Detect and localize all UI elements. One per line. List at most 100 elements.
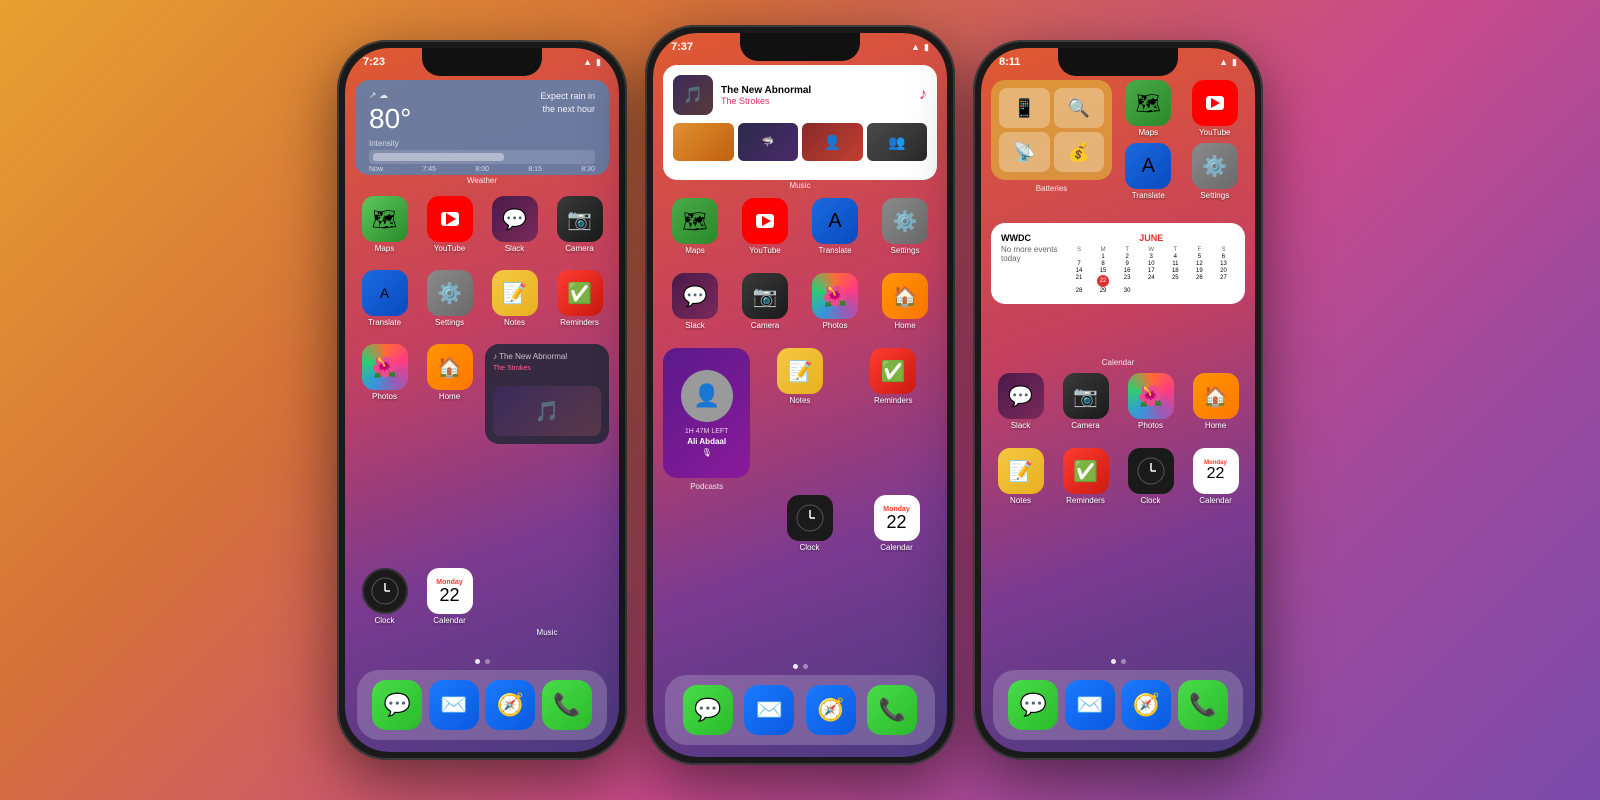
weather-widget[interactable]: ↗ ☁ 80° Expect rain inthe next hour Inte… <box>355 80 609 175</box>
app-calendar-2[interactable]: Monday 22 Calendar <box>856 495 937 552</box>
app-clock-2[interactable]: Clock <box>769 495 850 552</box>
app-youtube-1[interactable]: YouTube <box>420 196 479 253</box>
dock-safari-3[interactable]: 🧭 <box>1121 680 1171 730</box>
batteries-folder-3[interactable]: 📱 🔍 📡 💰 Batteries <box>991 80 1112 193</box>
app-settings-3[interactable]: ⚙️ Settings <box>1185 143 1246 200</box>
notch-1 <box>422 48 542 76</box>
thumb-4: 👥 <box>867 123 928 161</box>
top-row-3: 📱 🔍 📡 💰 Batteries 🗺 Maps <box>991 80 1245 200</box>
app-clock-1[interactable]: Clock <box>355 568 414 637</box>
music-card-icon: ♪ The New Abnormal <box>493 352 601 361</box>
music-card-1[interactable]: ♪ The New Abnormal The Strokes 🎵 <box>485 344 609 444</box>
dock-3: 💬 ✉️ 🧭 📞 <box>993 670 1243 740</box>
cal-event-3: WWDC <box>1001 233 1057 243</box>
app-reminders-3[interactable]: ✅ Reminders <box>1056 448 1115 505</box>
app-slack-2[interactable]: 💬 Slack <box>663 273 727 330</box>
clock-face-2 <box>796 504 824 532</box>
cal-number-2: 22 <box>886 513 906 531</box>
app-translate-3[interactable]: A Translate <box>1118 143 1179 200</box>
dock-mail-3[interactable]: ✉️ <box>1065 680 1115 730</box>
dock-phone-2[interactable]: 📞 <box>867 685 917 735</box>
calendar-widget-3[interactable]: WWDC No more eventstoday JUNE S M T W T … <box>991 223 1245 304</box>
thumb-1 <box>673 123 734 161</box>
app-slack-3[interactable]: 💬 Slack <box>991 373 1050 430</box>
podcast-label-2: Podcasts <box>663 482 750 491</box>
time-830: 8:30 <box>581 166 595 173</box>
folder-label-3: Batteries <box>991 184 1112 193</box>
app-notes-2[interactable]: 📝 Notes <box>756 348 843 405</box>
app-notes-3[interactable]: 📝 Notes <box>991 448 1050 505</box>
dot-2 <box>803 664 808 669</box>
podcast-widget-2[interactable]: 👤 1H 47M LEFT Ali Abdaal 🎙 Podcasts <box>663 348 750 491</box>
thumb-3: 👤 <box>802 123 863 161</box>
app-home-2[interactable]: 🏠 Home <box>873 273 937 330</box>
phone-3-screen: 8:11 ▲ ▮ 📱 🔍 📡 💰 Batteries <box>981 48 1255 752</box>
app-notes-1[interactable]: 📝 Notes <box>485 270 544 327</box>
app-grid-2-podcast-row: 👤 1H 47M LEFT Ali Abdaal 🎙 Podcasts 📝 No… <box>663 348 937 491</box>
cal-number-3: 22 <box>1207 466 1225 482</box>
podcast-person-2: Ali Abdaal <box>687 437 726 446</box>
music-card-artist: The Strokes <box>493 365 601 372</box>
music-widget-2[interactable]: 🎵 The New Abnormal The Strokes ♪ 🦈 👤 👥 <box>663 65 937 180</box>
dock-messages-3[interactable]: 💬 <box>1008 680 1058 730</box>
dock-safari-1[interactable]: 🧭 <box>485 680 535 730</box>
app-calendar-1[interactable]: Monday 22 Calendar <box>420 568 479 637</box>
app-maps-2[interactable]: 🗺 Maps <box>663 198 727 255</box>
status-icons-2: ▲ ▮ <box>911 42 929 53</box>
app-settings-1[interactable]: ⚙️ Settings <box>420 270 479 327</box>
app-slack-1[interactable]: 💬 Slack <box>485 196 544 253</box>
time-3: 8:11 <box>999 56 1020 68</box>
music-card-art: 🎵 <box>493 386 601 436</box>
app-photos-3[interactable]: 🌺 Photos <box>1121 373 1180 430</box>
status-icons-1: ▲ ▮ <box>583 57 601 68</box>
app-reminders-2[interactable]: ✅ Reminders <box>850 348 937 405</box>
notch-2 <box>740 33 860 61</box>
battery-icon-2: ▮ <box>924 42 929 53</box>
time-800: 8:00 <box>475 166 489 173</box>
app-translate-2[interactable]: A Translate <box>803 198 867 255</box>
dock-mail-1[interactable]: ✉️ <box>429 680 479 730</box>
weather-intensity-label: Intensity <box>369 139 595 148</box>
app-grid-2-row1: 🗺 Maps YouTube A Translate ⚙️ <box>663 198 937 255</box>
dot-active-1 <box>475 659 480 664</box>
app-calendar-3[interactable]: Monday 22 Calendar <box>1186 448 1245 505</box>
podcast-time-2: 1H 47M LEFT <box>685 428 729 435</box>
app-grid-3-row1: 💬 Slack 📷 Camera 🌺 Photos 🏠 Home <box>991 373 1245 430</box>
app-music-1[interactable]: Music <box>485 568 609 637</box>
dot-active-3 <box>1111 659 1116 664</box>
app-reminders-1[interactable]: ✅ Reminders <box>550 270 609 327</box>
app-translate-1[interactable]: A Translate <box>355 270 414 327</box>
app-youtube-3[interactable]: YouTube <box>1185 80 1246 137</box>
app-camera-2[interactable]: 📷 Camera <box>733 273 797 330</box>
weather-widget-label: Weather <box>355 176 609 185</box>
time-815: 8:15 <box>528 166 542 173</box>
folder-icon-battery4: 💰 <box>1054 132 1105 172</box>
app-home-3[interactable]: 🏠 Home <box>1186 373 1245 430</box>
app-home-1[interactable]: 🏠 Home <box>420 344 479 401</box>
app-maps-1[interactable]: 🗺 Maps <box>355 196 414 253</box>
app-grid-1-row3: 🌺 Photos 🏠 Home ♪ The New Abnormal The S… <box>355 344 609 444</box>
folder-icon-battery2: 🔍 <box>1054 88 1105 128</box>
dock-messages-2[interactable]: 💬 <box>683 685 733 735</box>
dock-phone-1[interactable]: 📞 <box>542 680 592 730</box>
page-dots-1 <box>345 659 619 664</box>
app-clock-3[interactable]: Clock <box>1121 448 1180 505</box>
cal-no-events-3: No more eventstoday <box>1001 245 1057 263</box>
dock-phone-3[interactable]: 📞 <box>1178 680 1228 730</box>
thumb-2: 🦈 <box>738 123 799 161</box>
dock-messages-1[interactable]: 💬 <box>372 680 422 730</box>
dock-safari-2[interactable]: 🧭 <box>806 685 856 735</box>
app-photos-1[interactable]: 🌺 Photos <box>355 344 414 401</box>
app-grid-1-row5: Clock Monday 22 Calendar Music <box>355 568 609 637</box>
app-camera-1[interactable]: 📷 Camera <box>550 196 609 253</box>
dock-mail-2[interactable]: ✉️ <box>744 685 794 735</box>
app-maps-3[interactable]: 🗺 Maps <box>1118 80 1179 137</box>
time-2: 7:37 <box>671 41 693 53</box>
folder-icon-battery: 📱 <box>999 88 1050 128</box>
app-grid-2-row2: 💬 Slack 📷 Camera 🌺 Photos 🏠 Home <box>663 273 937 330</box>
app-youtube-2[interactable]: YouTube <box>733 198 797 255</box>
app-settings-2[interactable]: ⚙️ Settings <box>873 198 937 255</box>
app-camera-3[interactable]: 📷 Camera <box>1056 373 1115 430</box>
app-grid-2-row5: Clock Monday 22 Calendar <box>769 495 937 552</box>
app-photos-2[interactable]: 🌺 Photos <box>803 273 867 330</box>
